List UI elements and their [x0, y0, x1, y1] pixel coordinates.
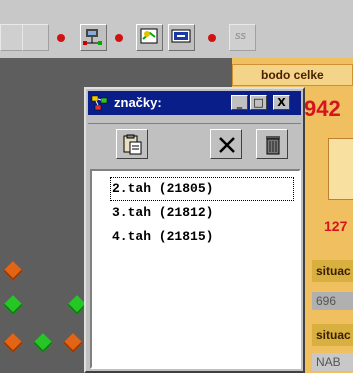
big-number: 942 [304, 96, 341, 121]
bottom-label: NAB [312, 353, 353, 371]
top-toolbar: ss [0, 0, 353, 58]
panel-header: bodo celke [232, 64, 353, 86]
green-node[interactable] [3, 295, 23, 315]
tool-disabled-icon[interactable] [22, 24, 49, 51]
situace-label-2: situac [312, 324, 353, 346]
minimize-button[interactable]: _ [231, 95, 248, 110]
red-dot-icon [57, 34, 65, 42]
situace-label-1: situac [312, 260, 353, 282]
orange-node[interactable] [3, 261, 23, 281]
delete-button[interactable] [210, 129, 242, 159]
ss-label: ss [235, 30, 246, 42]
red-number: 127 [324, 218, 348, 234]
list-item[interactable]: 3.tah (21812) [112, 203, 213, 223]
green-node[interactable] [33, 333, 53, 353]
pc-node-icon[interactable] [80, 24, 107, 51]
paste-icon [123, 134, 142, 155]
restore-button[interactable]: □ [250, 95, 267, 110]
trash-icon [266, 136, 280, 155]
list-item[interactable]: 4.tah (21815) [112, 227, 213, 247]
paste-button[interactable] [116, 129, 148, 159]
title-bar[interactable]: značky: _ □ X [88, 91, 301, 115]
window-title: značky: [114, 95, 162, 110]
close-button[interactable]: X [273, 95, 290, 110]
znacky-window: značky: _ □ X 2.tah (21805) 3.tah (21812… [84, 87, 305, 373]
list-item[interactable]: 2.tah (21805) [110, 177, 294, 201]
gray-value: 696 [312, 292, 353, 310]
delete-x-icon [219, 137, 235, 153]
orange-node[interactable] [3, 333, 23, 353]
panel-box [328, 138, 353, 200]
ss-disabled-icon[interactable]: ss [229, 24, 256, 51]
trash-button[interactable] [256, 129, 288, 159]
marks-list[interactable]: 2.tah (21805) 3.tah (21812) 4.tah (21815… [90, 169, 301, 369]
screen-icon[interactable] [168, 24, 195, 51]
arrow-node-icon[interactable] [136, 24, 163, 51]
red-dot-icon [115, 34, 123, 42]
tree-icon [91, 94, 109, 112]
red-dot-icon [208, 34, 216, 42]
divider [88, 123, 301, 124]
orange-node[interactable] [63, 333, 83, 353]
